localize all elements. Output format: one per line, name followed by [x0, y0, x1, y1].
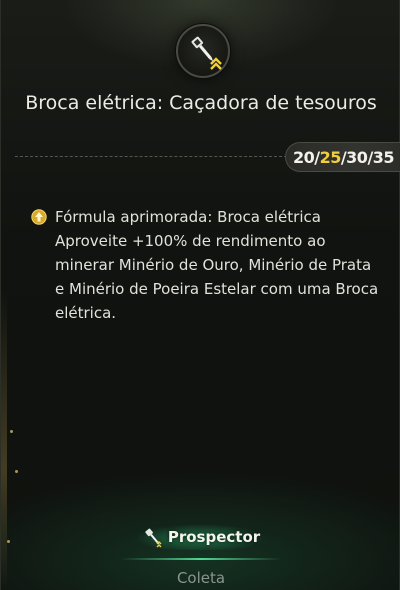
profession-name: Prospector — [167, 528, 261, 546]
sparkle — [7, 540, 10, 543]
skill-title: Broca elétrica: Caçadora de tesouros — [25, 92, 377, 114]
level-2: 25 — [319, 147, 342, 167]
drill-icon — [145, 528, 162, 548]
double-chevron-up-icon — [210, 57, 222, 70]
skill-card: Broca elétrica: Caçadora de tesouros 20 … — [0, 0, 400, 590]
skill-effect: Fórmula aprimorada: Broca elétrica Aprov… — [31, 205, 381, 325]
effect-heading: Fórmula aprimorada: Broca elétrica — [55, 208, 321, 226]
category-label: Coleta — [176, 569, 226, 587]
skill-badge — [176, 24, 230, 78]
glow-line — [121, 558, 281, 560]
level-1: 20 — [292, 147, 315, 167]
sparkle — [15, 470, 18, 473]
upgrade-arrow-icon — [31, 209, 47, 225]
title-divider — [15, 156, 287, 157]
level-4: 35 — [372, 147, 395, 167]
effect-description: Aproveite +100% de rendimento ao minerar… — [55, 232, 379, 322]
level-thresholds: 20 / 25 / 30 / 35 — [285, 142, 400, 172]
sparkle — [10, 430, 13, 433]
level-3: 30 — [346, 147, 368, 167]
edge-glow — [1, 290, 7, 590]
profession-label: Prospector — [136, 524, 266, 550]
